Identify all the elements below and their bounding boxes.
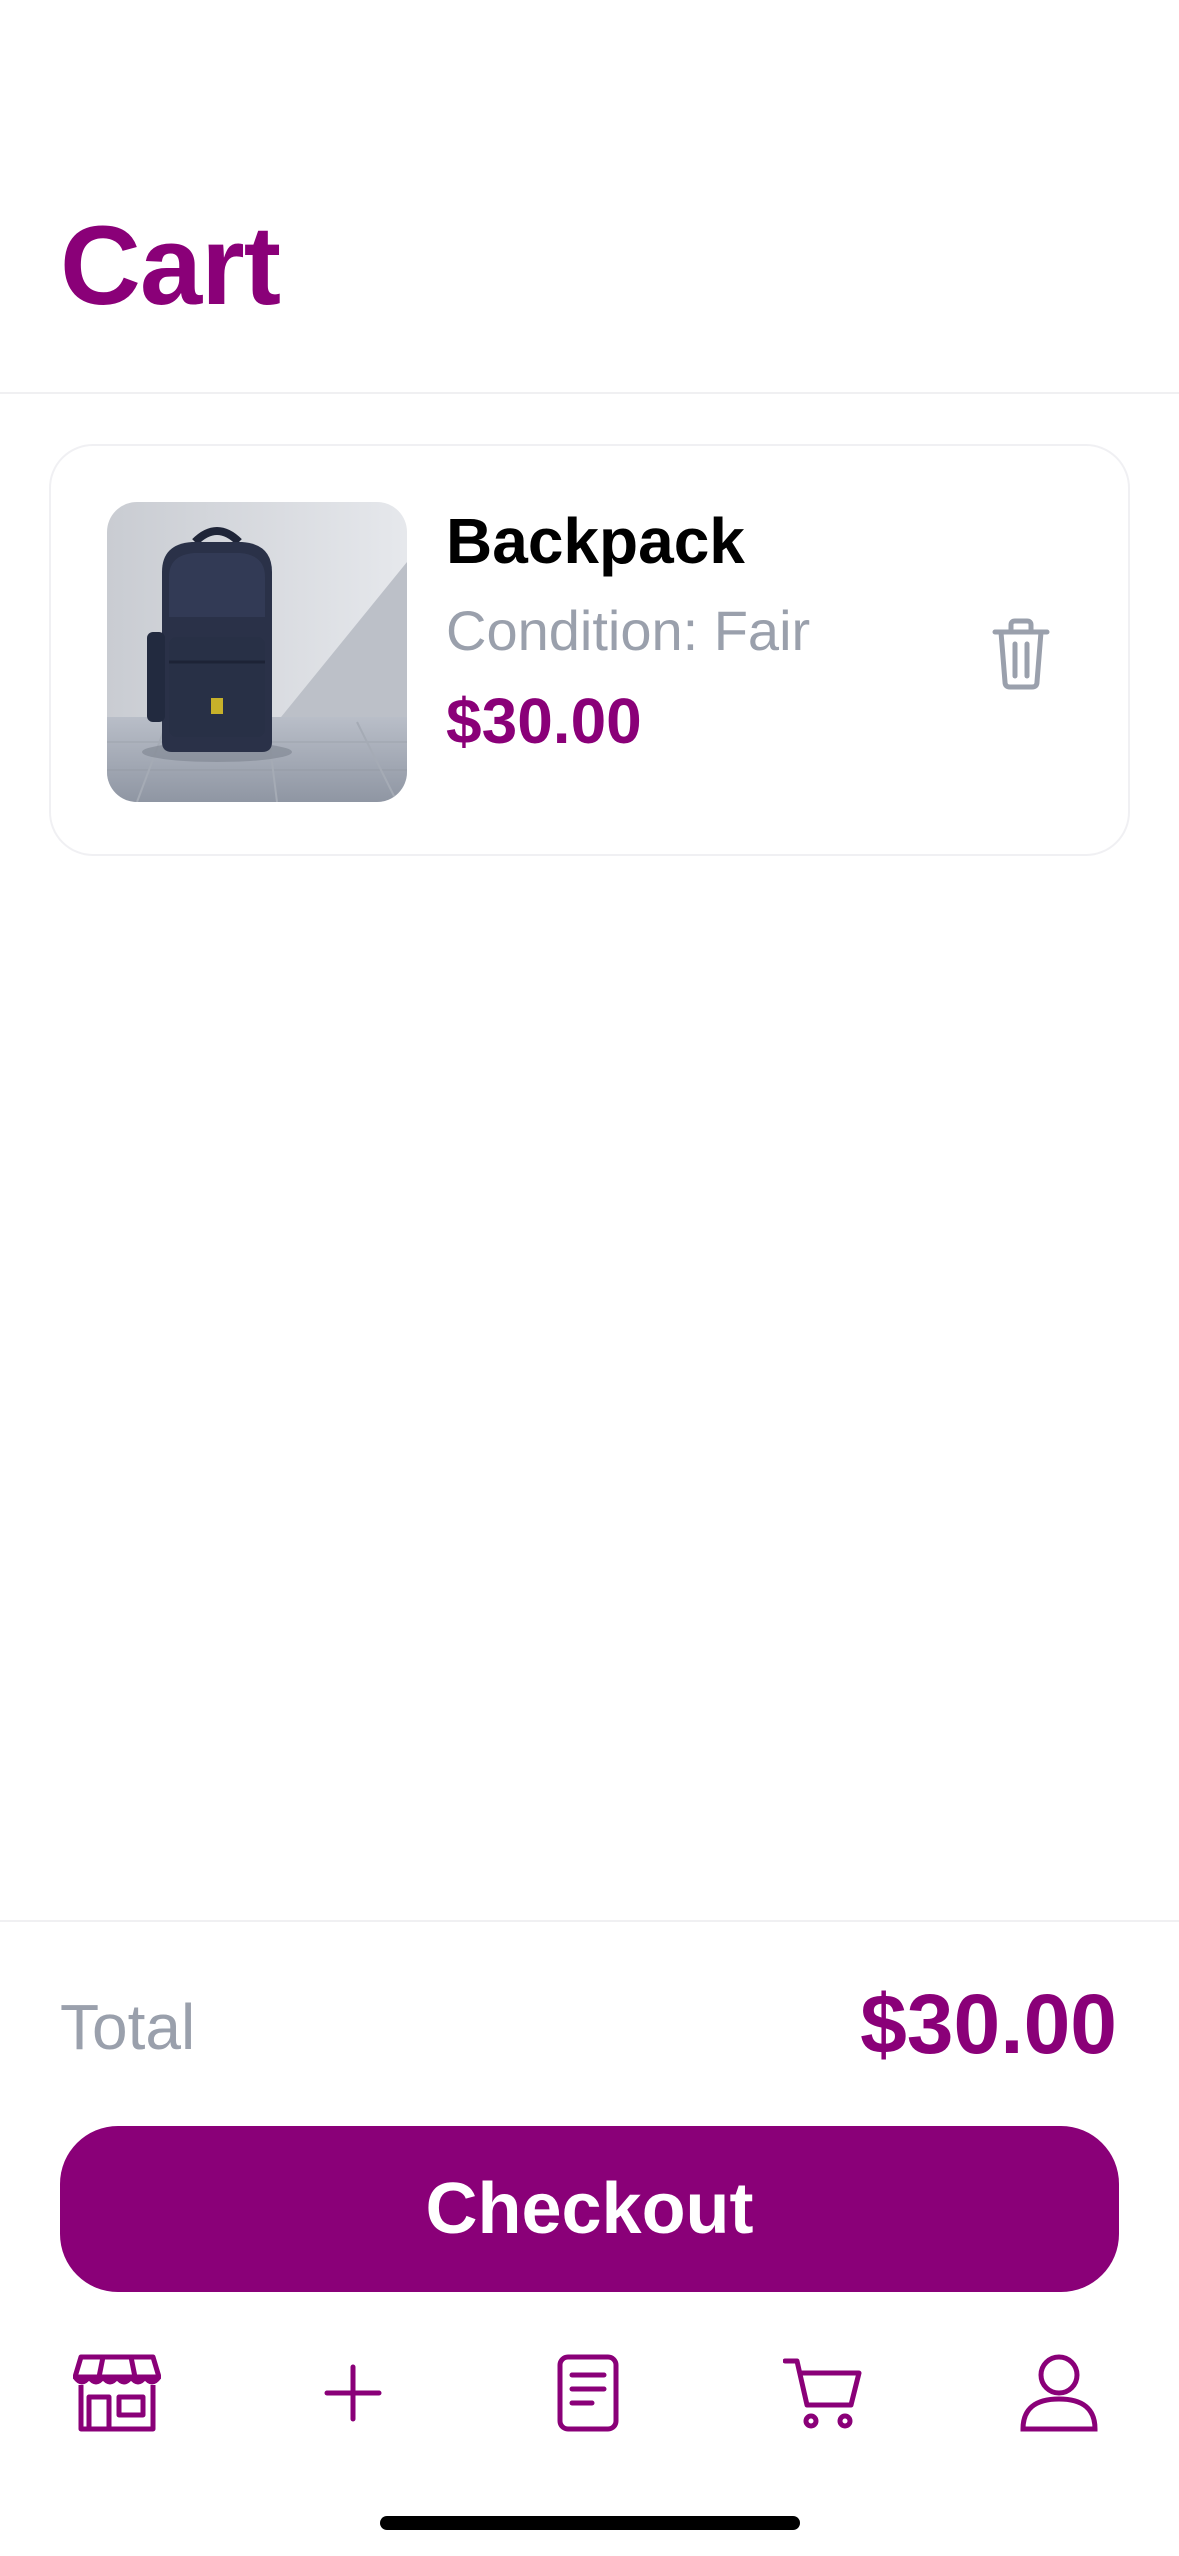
- tab-cart[interactable]: [768, 2340, 878, 2450]
- tab-store[interactable]: [62, 2340, 172, 2450]
- trash-icon: [991, 618, 1051, 695]
- tab-profile[interactable]: [1004, 2340, 1114, 2450]
- tab-add[interactable]: [298, 2340, 408, 2450]
- cart-summary: Total $30.00 Checkout: [0, 1920, 1179, 2556]
- store-icon: [72, 2353, 162, 2438]
- bottom-tab-bar: [0, 2340, 1179, 2450]
- tab-orders[interactable]: [533, 2340, 643, 2450]
- total-value: $30.00: [860, 1977, 1117, 2071]
- item-condition: Condition: Fair: [446, 599, 811, 662]
- remove-item-button[interactable]: [971, 606, 1071, 706]
- user-icon: [1019, 2353, 1099, 2438]
- plus-icon: [321, 2361, 385, 2430]
- total-label: Total: [60, 1991, 196, 2063]
- page-title: Cart: [60, 203, 281, 328]
- home-indicator: [380, 2516, 800, 2530]
- cart-item-card[interactable]: Backpack Condition: Fair $30.00: [49, 444, 1130, 856]
- item-name: Backpack: [446, 505, 745, 577]
- header: Cart: [0, 0, 1179, 394]
- checkout-button[interactable]: Checkout: [60, 2126, 1119, 2292]
- document-icon: [556, 2353, 620, 2438]
- cart-icon: [782, 2355, 863, 2436]
- backpack-photo: [107, 502, 407, 802]
- item-price: $30.00: [446, 685, 642, 757]
